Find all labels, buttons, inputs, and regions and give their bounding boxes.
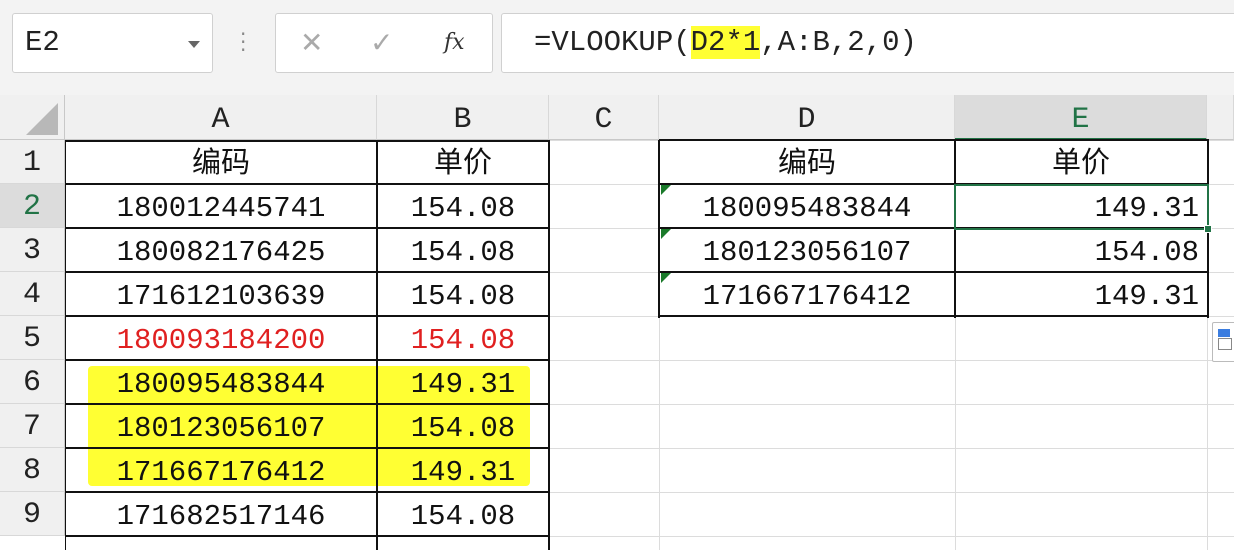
table-border <box>65 227 550 229</box>
chevron-down-icon[interactable] <box>188 41 200 48</box>
row-header-4[interactable]: 4 <box>0 272 65 316</box>
column-header-d[interactable]: D <box>659 95 955 140</box>
cell-code[interactable]: 180012445741 <box>65 184 377 228</box>
table-border <box>65 403 550 405</box>
cell-code[interactable]: 171667176412 <box>65 448 377 492</box>
cell-price[interactable]: 154.08 <box>377 492 549 536</box>
header-code-d[interactable]: 编码 <box>659 140 955 184</box>
table-border <box>65 140 550 142</box>
cell-price[interactable]: 149.31 <box>377 448 549 492</box>
table-border <box>65 183 550 185</box>
table-border <box>65 447 550 449</box>
formula-text-end: ,A:B,2,0) <box>760 26 917 59</box>
table-border <box>659 139 1209 141</box>
cell-code[interactable]: 180082176425 <box>65 228 377 272</box>
table-border <box>548 140 550 550</box>
row-header-7[interactable]: 7 <box>0 404 65 448</box>
insert-function-icon[interactable]: fx <box>444 30 465 55</box>
table-border <box>65 315 550 317</box>
drag-handle-icon[interactable]: · · · <box>240 24 246 60</box>
column-header-b[interactable]: B <box>377 95 549 140</box>
enter-icon[interactable]: ✓ <box>370 26 393 59</box>
table-border <box>65 359 550 361</box>
cell-price[interactable]: 154.08 <box>377 272 549 316</box>
table-border <box>659 315 1209 317</box>
cell-code[interactable]: 171667176412 <box>659 272 955 316</box>
cell-price[interactable]: 149.31 <box>377 360 549 404</box>
cell-code[interactable]: 171612103639 <box>65 272 377 316</box>
table-border <box>65 140 66 550</box>
column-header-a[interactable]: A <box>65 95 377 140</box>
row-header-2[interactable]: 2 <box>0 184 65 228</box>
paste-options-icon[interactable] <box>1212 322 1234 362</box>
cell-code[interactable]: 171682517146 <box>65 492 377 536</box>
select-all-button[interactable] <box>0 95 65 140</box>
row-header-1[interactable]: 1 <box>0 140 65 184</box>
column-header-c[interactable]: C <box>549 95 659 140</box>
formula-input[interactable]: =VLOOKUP(D2*1,A:B,2,0) <box>501 13 1234 73</box>
cell-code[interactable]: 180123056107 <box>659 228 955 272</box>
cell-code[interactable]: 180093184200 <box>65 316 377 360</box>
cell-price[interactable]: 154.08 <box>955 228 1207 272</box>
header-code-a[interactable]: 编码 <box>65 140 377 184</box>
formula-buttons: ✕ ✓ fx <box>275 13 493 73</box>
row-header-8[interactable]: 8 <box>0 448 65 492</box>
formula-text: =VLOOKUP( <box>534 26 691 59</box>
column-header-e[interactable]: E <box>955 95 1207 140</box>
cell-price[interactable]: 154.08 <box>377 228 549 272</box>
table-border <box>65 271 550 273</box>
table-border <box>658 140 660 318</box>
cell-code[interactable]: 180095483844 <box>659 184 955 228</box>
name-box[interactable]: E2 <box>12 13 213 73</box>
table-border <box>659 271 1209 273</box>
row-header-9[interactable]: 9 <box>0 492 65 536</box>
row-header-5[interactable]: 5 <box>0 316 65 360</box>
row-header-3[interactable]: 3 <box>0 228 65 272</box>
cancel-icon[interactable]: ✕ <box>300 26 323 59</box>
name-box-value: E2 <box>25 26 60 59</box>
row-header-6[interactable]: 6 <box>0 360 65 404</box>
table-border <box>65 535 550 537</box>
cell-price[interactable]: 149.31 <box>955 272 1207 316</box>
formula-reference-highlight: D2*1 <box>690 26 761 59</box>
header-price-e[interactable]: 单价 <box>955 140 1207 184</box>
cell-price[interactable]: 154.08 <box>377 404 549 448</box>
table-border <box>376 140 378 550</box>
selected-cell-e2[interactable] <box>954 184 1209 230</box>
cell-price[interactable]: 154.08 <box>377 184 549 228</box>
header-price-b[interactable]: 单价 <box>377 140 549 184</box>
fill-handle[interactable] <box>1204 225 1212 233</box>
cell-price[interactable]: 154.08 <box>377 316 549 360</box>
cell-code[interactable]: 180123056107 <box>65 404 377 448</box>
column-header-f[interactable] <box>1207 95 1234 140</box>
table-border <box>65 491 550 493</box>
cell-code[interactable]: 180095483844 <box>65 360 377 404</box>
